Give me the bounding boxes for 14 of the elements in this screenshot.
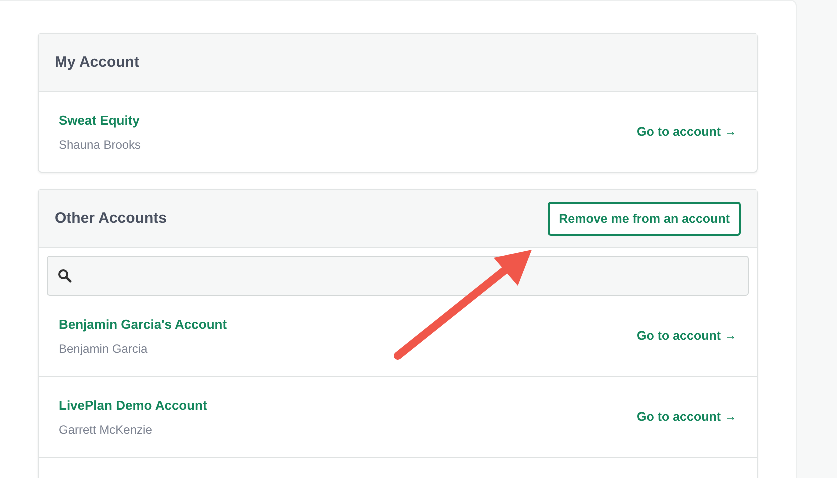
- account-name[interactable]: LivePlan Demo Account: [59, 398, 208, 412]
- card-title: Other Accounts: [55, 210, 167, 227]
- remove-account-button[interactable]: Remove me from an account: [548, 202, 741, 236]
- account-name[interactable]: Sweat Equity: [59, 112, 142, 128]
- search-icon: [58, 269, 72, 283]
- go-to-account-link[interactable]: Go to account →: [637, 410, 737, 424]
- account-name[interactable]: Benjamin Garcia's Account: [59, 316, 228, 332]
- go-to-account-link[interactable]: Go to account →: [637, 329, 737, 343]
- search-field[interactable]: [47, 256, 749, 296]
- account-owner: Garrett McKenzie: [59, 422, 154, 436]
- go-to-account-link[interactable]: Go to account →: [637, 125, 737, 139]
- account-owner: Benjamin Garcia: [59, 342, 149, 356]
- card-title: My Account: [55, 54, 140, 71]
- account-owner: Shauna Brooks: [59, 138, 142, 152]
